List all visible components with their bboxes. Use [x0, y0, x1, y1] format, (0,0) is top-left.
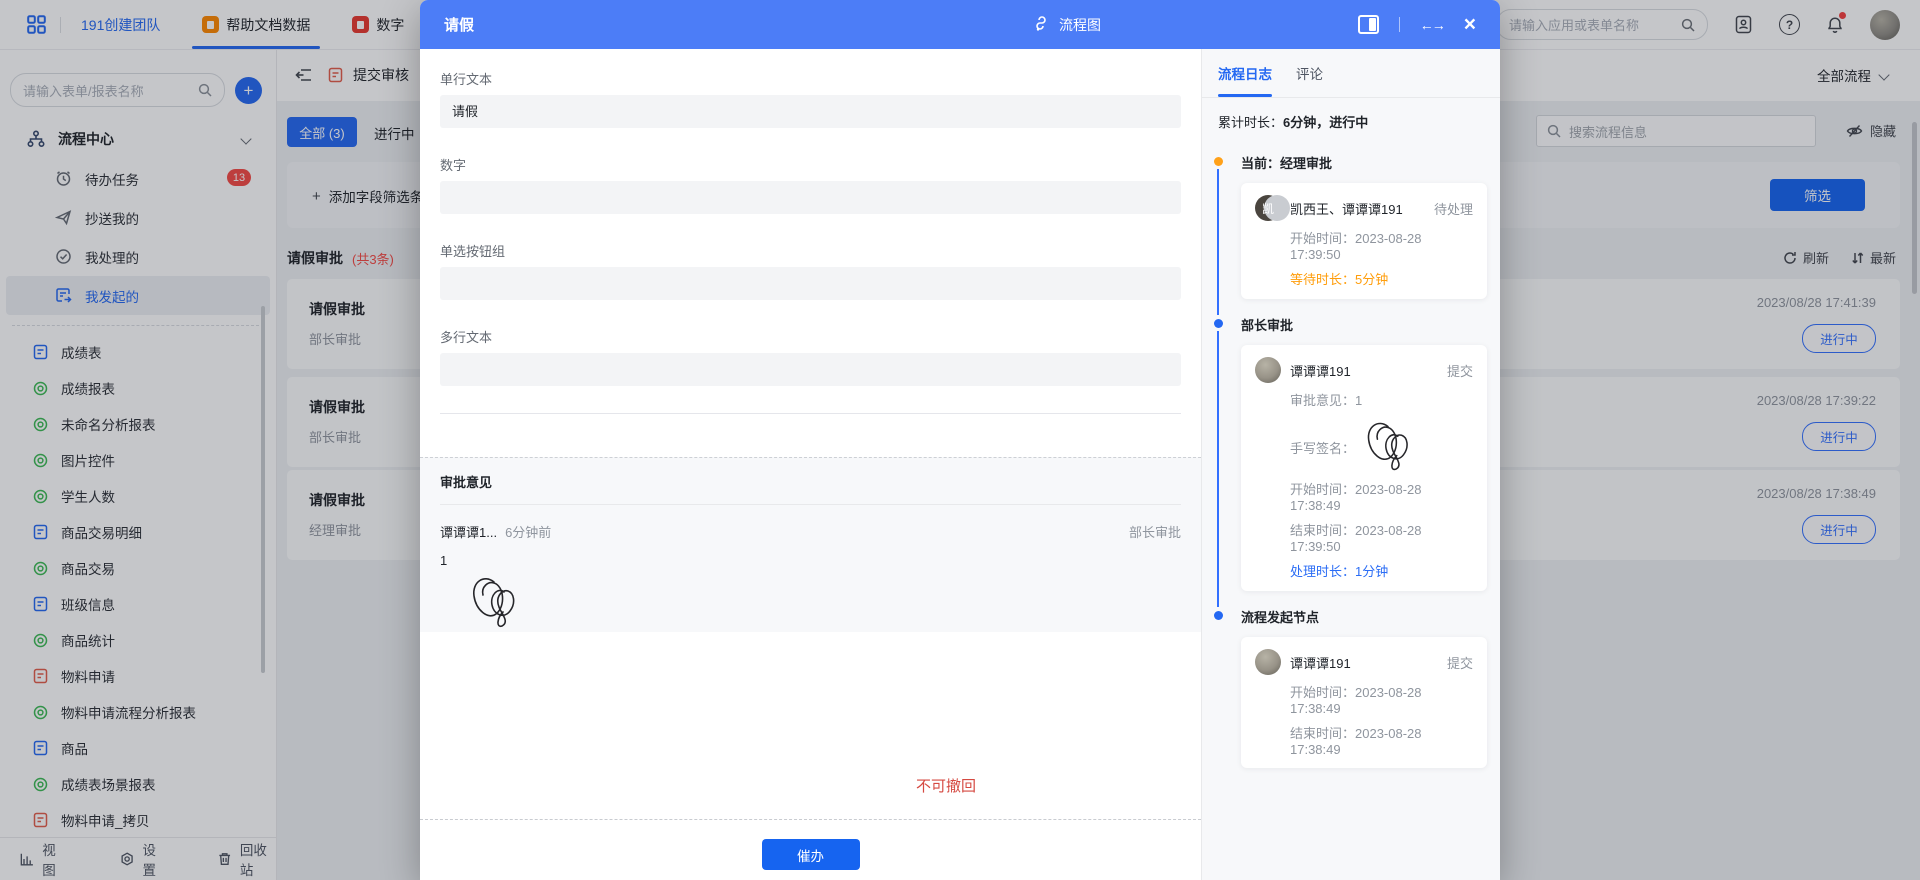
- node-card: 谭谭谭191 提交 审批意见：1 手写签名：: [1241, 345, 1487, 591]
- avatar: 凯: [1255, 195, 1281, 221]
- duration-sep: ，: [1316, 115, 1329, 130]
- timeline-node-minister: 部长审批 谭谭谭191 提交 审批意见：1 手写签名：: [1214, 315, 1487, 591]
- field-label: 单选按钮组: [440, 241, 1181, 260]
- assignee-names: 凯西王、谭谭谭191: [1290, 199, 1403, 218]
- modal-header: 请假 流程图 ←→ ×: [420, 0, 1500, 49]
- node-title: 部长审批: [1241, 315, 1487, 334]
- timeline-dot-blue: [1214, 611, 1223, 620]
- field-label: 单行文本: [440, 69, 1181, 88]
- multi-line-text-field[interactable]: [440, 353, 1181, 386]
- single-line-text-field[interactable]: 请假: [440, 95, 1181, 128]
- modal-title: 请假: [444, 14, 474, 35]
- flow-chart-label: 流程图: [1059, 15, 1101, 35]
- start-time: 开始时间：2023-08-28 17:38:49: [1290, 682, 1473, 716]
- field-label: 多行文本: [440, 327, 1181, 346]
- end-time: 结束时间：2023-08-28 17:38:49: [1290, 723, 1473, 757]
- avatar: [1255, 357, 1281, 383]
- timeline-dot-orange: [1214, 157, 1223, 166]
- leave-request-modal: 请假 流程图 ←→ × 单行文本 请假 数字 单选按钮组 多行文本: [420, 0, 1500, 880]
- expand-width-icon[interactable]: ←→: [1420, 18, 1444, 32]
- active-tab-underline: [1218, 94, 1272, 97]
- timeline-dot-blue: [1214, 319, 1223, 328]
- flow-log-tab-label: 流程日志: [1218, 63, 1272, 83]
- flow-chart-icon: [1034, 16, 1051, 33]
- node-title: 流程发起节点: [1241, 607, 1487, 626]
- toggle-panel-icon[interactable]: [1358, 15, 1379, 34]
- timeline-node-current: 当前：经理审批 凯 凯西王、谭谭谭191 待处理 开始时间：2023-08-28…: [1214, 153, 1487, 299]
- duration-status: 进行中: [1329, 115, 1368, 130]
- node-card: 凯 凯西王、谭谭谭191 待处理 开始时间：2023-08-28 17:39:5…: [1241, 183, 1487, 299]
- close-icon[interactable]: ×: [1464, 14, 1476, 35]
- signature-image: [464, 572, 1181, 628]
- avatar-initial: 凯: [1262, 200, 1274, 217]
- comment-node: 部长审批: [1129, 522, 1181, 541]
- revoke-hint: 不可撤回: [916, 775, 976, 796]
- timeline-node-initiator: 流程发起节点 谭谭谭191 提交 开始时间：2023-08-28 17:38:4…: [1214, 607, 1487, 768]
- duration-value: 6分钟: [1283, 115, 1316, 130]
- flow-log-panel: 流程日志 评论 累计时长：6分钟，进行中 当前：经理审批: [1201, 49, 1500, 880]
- number-field[interactable]: [440, 181, 1181, 214]
- signature-label: 手写签名：: [1290, 438, 1355, 457]
- flow-panel-tabs: 流程日志 评论: [1202, 49, 1500, 98]
- approval-divider: [440, 504, 1181, 505]
- node-title: 当前：经理审批: [1241, 153, 1487, 172]
- comments-tab-label: 评论: [1296, 63, 1323, 83]
- comment-time: 6分钟前: [505, 522, 551, 541]
- node-status: 提交: [1447, 653, 1473, 672]
- total-duration: 累计时长：6分钟，进行中: [1218, 112, 1487, 131]
- approval-section-title: 审批意见: [440, 458, 1181, 491]
- approval-opinion-section: 审批意见 谭谭谭1... 6分钟前 部长审批 1: [420, 457, 1201, 632]
- form-divider: [440, 413, 1181, 414]
- node-status: 待处理: [1434, 199, 1473, 218]
- handle-duration: 处理时长：1分钟: [1290, 561, 1473, 580]
- node-status: 提交: [1447, 361, 1473, 380]
- approval-opinion: 审批意见：1: [1290, 390, 1473, 409]
- signature-image: [1359, 416, 1421, 472]
- tab-flow-log[interactable]: 流程日志: [1218, 49, 1272, 97]
- end-time: 结束时间：2023-08-28 17:39:50: [1290, 520, 1473, 554]
- header-divider: [1399, 17, 1400, 32]
- wait-duration: 等待时长：5分钟: [1290, 269, 1473, 288]
- start-time: 开始时间：2023-08-28 17:38:49: [1290, 479, 1473, 513]
- start-time: 开始时间：2023-08-28 17:39:50: [1290, 228, 1473, 262]
- duration-prefix: 累计时长：: [1218, 115, 1283, 130]
- radio-group-field[interactable]: [440, 267, 1181, 300]
- node-card: 谭谭谭191 提交 开始时间：2023-08-28 17:38:49 结束时间：…: [1241, 637, 1487, 768]
- comment-content: 1: [440, 553, 1181, 568]
- tab-comments[interactable]: 评论: [1296, 49, 1323, 97]
- assignee-names: 谭谭谭191: [1290, 361, 1351, 380]
- comment-author: 谭谭谭1...: [440, 522, 497, 541]
- flow-log-content: 累计时长：6分钟，进行中 当前：经理审批 凯 凯西王、谭谭谭191 待处理: [1202, 98, 1500, 880]
- footer-dashed-divider: [420, 819, 1201, 820]
- urge-button[interactable]: 催办: [762, 839, 860, 870]
- assignee-names: 谭谭谭191: [1290, 653, 1351, 672]
- avatar: [1255, 649, 1281, 675]
- field-label: 数字: [440, 155, 1181, 174]
- form-detail-panel: 单行文本 请假 数字 单选按钮组 多行文本 审批意见 谭谭谭1... 6分钟前 …: [420, 49, 1201, 880]
